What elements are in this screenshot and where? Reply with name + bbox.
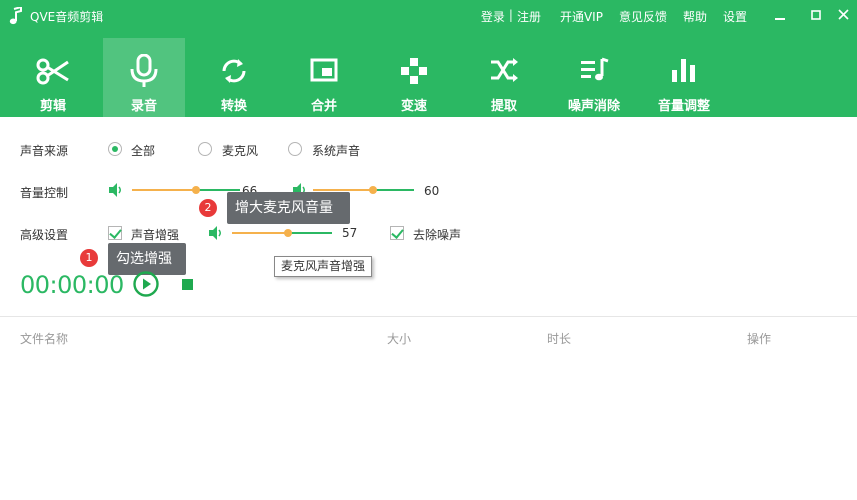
vip-link[interactable]: 开通VIP bbox=[560, 8, 603, 25]
callout-text: 增大麦克风音量 bbox=[235, 200, 333, 216]
microphone-icon bbox=[130, 54, 158, 87]
system-volume-value: 60 bbox=[424, 184, 440, 198]
tool-record[interactable]: 录音 bbox=[103, 38, 185, 117]
tool-label: 噪声消除 bbox=[567, 99, 620, 114]
extract-icon bbox=[491, 58, 518, 82]
tool-label: 录音 bbox=[130, 99, 157, 114]
login-link[interactable]: 登录 bbox=[481, 8, 505, 25]
callout-increase-mic: 增大麦克风音量 bbox=[227, 192, 350, 224]
settings-link[interactable]: 设置 bbox=[723, 8, 747, 25]
minimize-icon[interactable] bbox=[770, 6, 790, 24]
title-bar: QVE音频剪辑 登录 | 注册 开通VIP 意见反馈 帮助 设置 bbox=[0, 0, 857, 32]
divider bbox=[0, 316, 857, 317]
help-link[interactable]: 帮助 bbox=[683, 8, 707, 25]
source-mic-label[interactable]: 麦克风 bbox=[222, 142, 258, 159]
tool-volume-adjust[interactable]: 音量调整 bbox=[643, 38, 725, 117]
mic-volume-slider[interactable] bbox=[132, 184, 240, 196]
tool-label: 变速 bbox=[400, 99, 427, 114]
tool-label: 音量调整 bbox=[657, 99, 710, 114]
source-all-radio[interactable] bbox=[108, 142, 122, 156]
denoise-label[interactable]: 去除噪声 bbox=[413, 226, 461, 243]
top-links: 登录 | 注册 开通VIP 意见反馈 帮助 设置 bbox=[481, 8, 747, 25]
tool-speed[interactable]: 变速 bbox=[373, 38, 455, 117]
source-label: 声音来源 bbox=[20, 144, 69, 158]
tool-label: 提取 bbox=[490, 99, 517, 114]
enhance-slider[interactable] bbox=[232, 227, 332, 239]
enhance-tooltip: 麦克风声音增强 bbox=[274, 256, 373, 277]
volume-label: 音量控制 bbox=[20, 186, 69, 200]
header: QVE音频剪辑 登录 | 注册 开通VIP 意见反馈 帮助 设置 剪辑 录音 转… bbox=[0, 0, 857, 117]
callout-text: 勾选增强 bbox=[116, 251, 172, 267]
stop-icon[interactable] bbox=[182, 279, 193, 290]
source-system-label[interactable]: 系统声音 bbox=[312, 142, 360, 159]
tool-label: 剪辑 bbox=[39, 99, 66, 114]
enhance-label[interactable]: 声音增强 bbox=[131, 226, 179, 243]
enhance-checkbox[interactable] bbox=[108, 226, 122, 240]
source-mic-radio[interactable] bbox=[198, 142, 212, 156]
tool-cut[interactable]: 剪辑 bbox=[12, 38, 94, 117]
play-icon[interactable] bbox=[133, 271, 159, 297]
column-filename: 文件名称 bbox=[20, 332, 69, 346]
toolbar: 剪辑 录音 转换 合并 变速 提取 噪声消除 音量调整 bbox=[0, 38, 857, 117]
column-size: 大小 bbox=[387, 332, 412, 346]
step-badge-1: 1 bbox=[80, 249, 98, 267]
column-duration: 时长 bbox=[547, 332, 572, 346]
advanced-label: 高级设置 bbox=[20, 228, 69, 242]
enhance-value: 57 bbox=[342, 226, 358, 240]
tool-label: 转换 bbox=[220, 99, 247, 114]
tool-convert[interactable]: 转换 bbox=[193, 38, 275, 117]
close-icon[interactable] bbox=[834, 6, 854, 24]
merge-icon bbox=[310, 58, 338, 82]
tool-label: 合并 bbox=[310, 99, 337, 114]
tool-extract[interactable]: 提取 bbox=[463, 38, 545, 117]
noise-removal-icon bbox=[581, 57, 609, 81]
convert-icon bbox=[222, 59, 246, 83]
column-actions: 操作 bbox=[747, 332, 772, 346]
tool-noise-removal[interactable]: 噪声消除 bbox=[553, 38, 635, 117]
speed-icon bbox=[401, 58, 427, 84]
app-title: QVE音频剪辑 bbox=[30, 10, 104, 24]
link-separator: | bbox=[508, 8, 513, 22]
source-system-radio[interactable] bbox=[288, 142, 302, 156]
slider-thumb[interactable] bbox=[192, 186, 200, 194]
music-note-icon bbox=[9, 7, 22, 25]
source-all-label[interactable]: 全部 bbox=[131, 142, 155, 159]
feedback-link[interactable]: 意见反馈 bbox=[619, 8, 667, 25]
step-badge-2: 2 bbox=[199, 199, 217, 217]
record-timer: 00:00:00 bbox=[20, 271, 124, 299]
speaker-icon[interactable] bbox=[208, 225, 224, 241]
app-window: QVE音频剪辑 登录 | 注册 开通VIP 意见反馈 帮助 设置 剪辑 录音 转… bbox=[0, 0, 857, 500]
speaker-icon[interactable] bbox=[108, 182, 124, 198]
register-link[interactable]: 注册 bbox=[517, 8, 541, 25]
maximize-icon[interactable] bbox=[806, 6, 826, 24]
slider-thumb[interactable] bbox=[284, 229, 292, 237]
volume-bars-icon bbox=[672, 59, 695, 82]
tool-merge[interactable]: 合并 bbox=[283, 38, 365, 117]
slider-thumb[interactable] bbox=[369, 186, 377, 194]
denoise-checkbox[interactable] bbox=[390, 226, 404, 240]
scissors-icon bbox=[36, 58, 69, 85]
